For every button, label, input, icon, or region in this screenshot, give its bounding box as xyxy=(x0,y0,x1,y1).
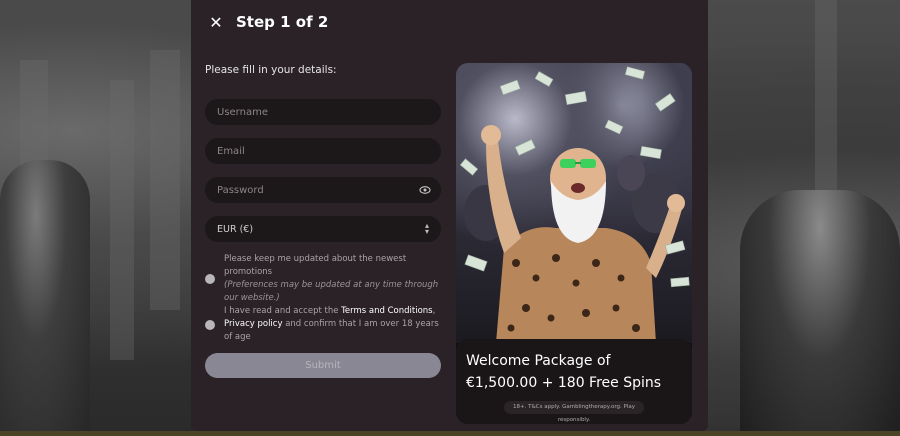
currency-select[interactable]: EUR (€) ▴ ▾ xyxy=(205,216,441,242)
eye-icon[interactable] xyxy=(419,185,431,195)
close-icon[interactable]: ✕ xyxy=(207,14,225,32)
promotions-optin-note: (Preferences may be updated at any time … xyxy=(224,280,439,303)
bottom-strip xyxy=(0,431,900,436)
promo-image xyxy=(456,63,692,343)
promo-title: Welcome Package of €1,500.00 + 180 Free … xyxy=(466,353,662,391)
email-field[interactable] xyxy=(205,138,441,164)
chevron-updown-icon: ▴ ▾ xyxy=(424,221,429,236)
promotions-optin-radio[interactable] xyxy=(205,274,215,284)
terms-row[interactable]: I have read and accept the Terms and Con… xyxy=(205,305,445,344)
email-input[interactable] xyxy=(217,145,407,157)
promotions-optin-text: Please keep me updated about the newest … xyxy=(224,254,439,303)
background-person-right xyxy=(740,190,900,436)
privacy-link[interactable]: Privacy policy xyxy=(224,319,283,329)
terms-text: I have read and accept the Terms and Con… xyxy=(224,306,439,342)
background-person-left xyxy=(0,160,90,436)
background-column xyxy=(110,80,134,360)
terms-radio[interactable] xyxy=(205,319,215,330)
promo-disclaimer: 18+. T&Cs apply. Gamblingtherapy.org. Pl… xyxy=(504,401,644,423)
form-intro: Please fill in your details: xyxy=(205,64,337,76)
username-input[interactable] xyxy=(217,106,407,118)
submit-button[interactable]: Submit xyxy=(205,353,441,378)
password-field[interactable] xyxy=(205,177,441,203)
welcome-promo-card: Welcome Package of €1,500.00 + 180 Free … xyxy=(456,63,692,424)
promotions-optin-row[interactable]: Please keep me updated about the newest … xyxy=(205,253,445,305)
username-field[interactable] xyxy=(205,99,441,125)
background-column xyxy=(150,50,180,310)
terms-link[interactable]: Terms and Conditions xyxy=(341,306,432,316)
promo-illustration xyxy=(459,66,690,343)
step-title: Step 1 of 2 xyxy=(236,13,329,31)
password-input[interactable] xyxy=(217,184,407,196)
registration-modal: ✕ Step 1 of 2 Please fill in your detail… xyxy=(191,0,708,431)
currency-value: EUR (€) xyxy=(217,223,254,235)
